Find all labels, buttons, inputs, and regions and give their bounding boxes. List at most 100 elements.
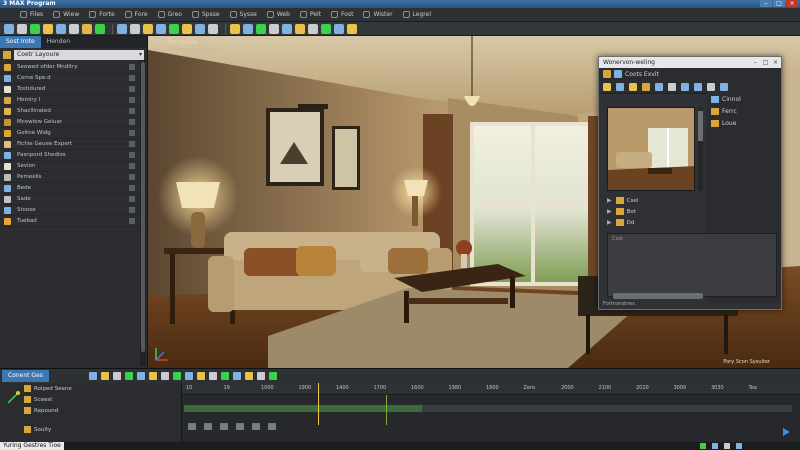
popup-tool-label[interactable]: Coots Exvit bbox=[625, 71, 659, 78]
track-row[interactable]: Rolped Seene bbox=[0, 383, 181, 394]
visibility-toggle-icon[interactable] bbox=[129, 130, 135, 136]
track-row[interactable]: Soulty bbox=[0, 424, 181, 435]
timeline-tool-icon[interactable] bbox=[232, 372, 241, 380]
scene-object-row[interactable]: Sevion bbox=[0, 161, 147, 172]
toolbar-tool-icon[interactable] bbox=[334, 23, 344, 34]
pencil-icon[interactable] bbox=[629, 82, 637, 91]
camera-icon[interactable] bbox=[681, 82, 689, 91]
arrow-icon[interactable] bbox=[668, 82, 676, 91]
pin-icon[interactable] bbox=[236, 422, 244, 430]
preview-scrollbar[interactable] bbox=[698, 107, 703, 191]
toolbar-tool-icon[interactable] bbox=[169, 23, 179, 34]
grid-icon[interactable] bbox=[614, 70, 622, 78]
timeline-tool-icon[interactable] bbox=[256, 372, 265, 380]
visibility-toggle-icon[interactable] bbox=[129, 141, 135, 147]
animation-track-active[interactable] bbox=[184, 405, 424, 412]
toolbar-tool-icon[interactable] bbox=[17, 23, 27, 34]
toolbar-tool-icon[interactable] bbox=[256, 23, 266, 34]
menu-fore[interactable]: Fore bbox=[124, 11, 148, 18]
visibility-toggle-icon[interactable] bbox=[129, 174, 135, 180]
link-icon[interactable] bbox=[220, 422, 228, 430]
menu-wister[interactable]: Wister bbox=[363, 11, 393, 18]
scene-object-row[interactable]: Shacllinated bbox=[0, 106, 147, 117]
toolbar-tool-icon[interactable] bbox=[308, 23, 318, 34]
popup-horizontal-scrollbar[interactable] bbox=[613, 293, 703, 299]
visibility-toggle-icon[interactable] bbox=[129, 207, 135, 213]
toolbar-tool-icon[interactable] bbox=[321, 23, 331, 34]
popup-close-button[interactable]: × bbox=[772, 59, 779, 66]
time-ruler[interactable]: 10 19 1000 1900 1400 1700 1600 1980 1800 Zero 2000… bbox=[182, 383, 800, 395]
side-folder-row[interactable]: Ferrc bbox=[707, 105, 781, 117]
scene-object-row[interactable]: Pemeells bbox=[0, 172, 147, 183]
brush-icon[interactable] bbox=[616, 82, 624, 91]
timeline-tool-icon[interactable] bbox=[172, 372, 181, 380]
visibility-toggle-icon[interactable] bbox=[129, 75, 135, 81]
filter-icon[interactable] bbox=[268, 422, 276, 430]
tab-hidden[interactable]: Henden bbox=[41, 36, 76, 48]
star-icon[interactable] bbox=[603, 82, 611, 91]
toolbar-tool-icon[interactable] bbox=[56, 23, 66, 34]
toolbar-tool-icon[interactable] bbox=[30, 23, 40, 34]
toolbar-tool-icon[interactable] bbox=[182, 23, 192, 34]
timeline-tool-icon[interactable] bbox=[136, 372, 145, 380]
toolbar-tool-icon[interactable] bbox=[243, 23, 253, 34]
list-icon[interactable] bbox=[707, 82, 715, 91]
toolbar-tool-icon[interactable] bbox=[269, 23, 279, 34]
scene-object-row[interactable]: Corne Spe.d bbox=[0, 73, 147, 84]
popup-maximize-button[interactable]: □ bbox=[762, 59, 769, 66]
scene-object-row[interactable]: Bede bbox=[0, 183, 147, 194]
scene-object-row[interactable]: Hemiry l bbox=[0, 95, 147, 106]
folder-icon[interactable] bbox=[603, 70, 611, 78]
scene-object-row[interactable]: Pasnpord Shedios bbox=[0, 150, 147, 161]
menu-spsse[interactable]: Spsse bbox=[191, 11, 220, 18]
toolbar-tool-icon[interactable] bbox=[82, 23, 92, 34]
key-icon[interactable] bbox=[204, 422, 212, 430]
side-folder-row[interactable]: Loue bbox=[707, 117, 781, 129]
scene-object-row[interactable]: Mcewlow Geluar bbox=[0, 117, 147, 128]
minimize-button[interactable]: – bbox=[760, 0, 772, 7]
light-icon[interactable] bbox=[694, 82, 702, 91]
timeline-tool-icon[interactable] bbox=[124, 372, 133, 380]
toolbar-tool-icon[interactable] bbox=[117, 23, 127, 34]
menu-wiew[interactable]: Wiew bbox=[53, 11, 79, 18]
lock-icon[interactable] bbox=[188, 422, 196, 430]
side-select-row[interactable]: Cinnol bbox=[707, 93, 781, 105]
globe-icon[interactable] bbox=[655, 82, 663, 91]
toolbar-tool-icon[interactable] bbox=[195, 23, 205, 34]
scene-object-row[interactable]: Tuebad bbox=[0, 216, 147, 227]
timeline-tool-icon[interactable] bbox=[196, 372, 205, 380]
loop-icon[interactable] bbox=[252, 422, 260, 430]
menu-legrel[interactable]: Legrel bbox=[402, 11, 431, 18]
menu-web[interactable]: Web bbox=[266, 11, 290, 18]
scene-object-row[interactable]: Seowed ofder Mnditry bbox=[0, 62, 147, 73]
toolbar-tool-icon[interactable] bbox=[208, 23, 218, 34]
visibility-toggle-icon[interactable] bbox=[129, 97, 135, 103]
folder-icon[interactable] bbox=[642, 82, 650, 91]
visibility-toggle-icon[interactable] bbox=[129, 119, 135, 125]
tree-row[interactable]: ▶ Dd bbox=[607, 217, 703, 228]
toolbar-tool-icon[interactable] bbox=[156, 23, 166, 34]
asset-list[interactable]: Cost bbox=[607, 233, 777, 297]
panel-scrollbar[interactable] bbox=[140, 60, 146, 366]
track-row[interactable]: Sceest bbox=[0, 394, 181, 405]
toolbar-tool-icon[interactable] bbox=[282, 23, 292, 34]
animation-track-idle[interactable] bbox=[422, 405, 792, 412]
menu-fost[interactable]: Fost bbox=[331, 11, 353, 18]
visibility-toggle-icon[interactable] bbox=[129, 152, 135, 158]
layout-dropdown[interactable]: Coetr Layoure bbox=[14, 50, 144, 60]
timeline-track-area[interactable]: 10 19 1000 1900 1400 1700 1600 1980 1800 Zero 2000… bbox=[182, 383, 800, 443]
tree-row[interactable]: ▶ Csel bbox=[607, 195, 703, 206]
timeline-tool-icon[interactable] bbox=[244, 372, 253, 380]
toolbar-tool-icon[interactable] bbox=[295, 23, 305, 34]
visibility-toggle-icon[interactable] bbox=[129, 163, 135, 169]
timeline-tool-icon[interactable] bbox=[88, 372, 97, 380]
timeline-tool-icon[interactable] bbox=[148, 372, 157, 380]
close-button[interactable]: × bbox=[786, 0, 798, 7]
scene-object-row[interactable]: Fichie Geuee Expert bbox=[0, 139, 147, 150]
toolbar-tool-icon[interactable] bbox=[69, 23, 79, 34]
timeline-tool-icon[interactable] bbox=[220, 372, 229, 380]
scene-object-row[interactable]: Goltne Widg bbox=[0, 128, 147, 139]
timeline-tool-icon[interactable] bbox=[100, 372, 109, 380]
toolbar-tool-icon[interactable] bbox=[43, 23, 53, 34]
timeline-tool-icon[interactable] bbox=[208, 372, 217, 380]
